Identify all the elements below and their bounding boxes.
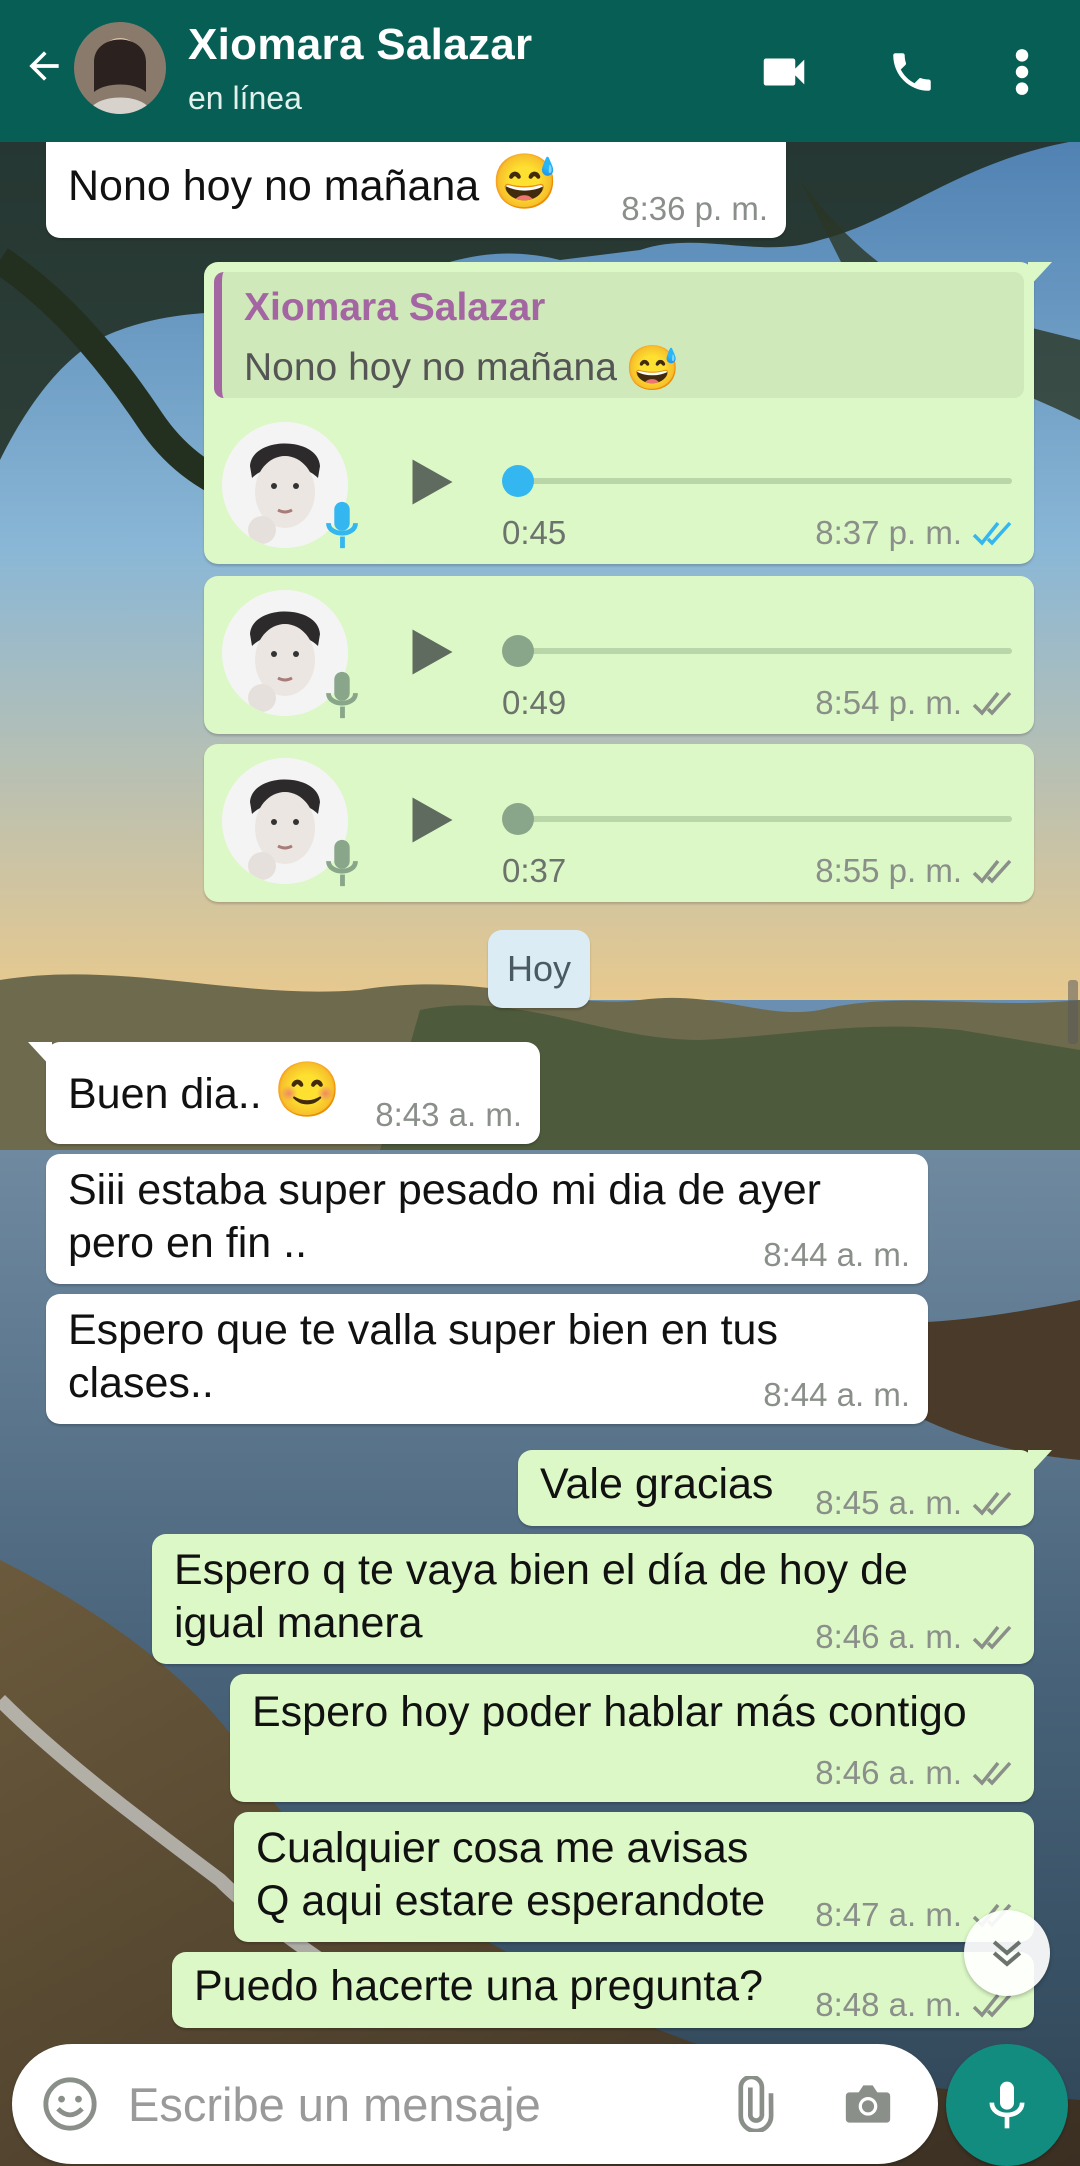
audio-progress-track[interactable] bbox=[514, 816, 1012, 822]
audio-duration: 0:49 bbox=[502, 684, 567, 721]
audio-duration: 0:37 bbox=[502, 852, 567, 889]
message-time: 8:54 p. m. bbox=[815, 684, 962, 721]
message-outgoing[interactable]: Espero q te vaya bien el día de hoy de i… bbox=[152, 1534, 1034, 1664]
voice-record-button[interactable] bbox=[946, 2044, 1068, 2166]
more-options-icon[interactable] bbox=[990, 40, 1054, 104]
message-outgoing[interactable]: Puedo hacerte una pregunta? 8:48 a. m. bbox=[172, 1952, 1034, 2028]
attach-icon[interactable] bbox=[720, 2072, 784, 2136]
message-text: Buen dia.. bbox=[68, 1070, 262, 1118]
smile-sweat-emoji: 😅 bbox=[624, 344, 680, 393]
audio-progress-knob[interactable] bbox=[502, 803, 534, 835]
camera-icon[interactable] bbox=[836, 2072, 900, 2136]
message-time: 8:44 a. m. bbox=[763, 1236, 910, 1273]
bubble-tail bbox=[1028, 262, 1052, 288]
message-outgoing[interactable]: Espero hoy poder hablar más contigo 8:46… bbox=[230, 1674, 1034, 1802]
double-chevron-down-icon bbox=[992, 1940, 1022, 1967]
delivered-ticks-icon bbox=[972, 1491, 1012, 1516]
message-line: igual manera bbox=[174, 1599, 423, 1647]
message-text: Vale gracias bbox=[540, 1460, 774, 1508]
message-time: 8:46 a. m. bbox=[815, 1754, 962, 1791]
message-incoming[interactable]: Buen dia.. 😊 8:43 a. m. bbox=[28, 1042, 540, 1144]
quote-text: Nono hoy no mañana bbox=[244, 346, 617, 389]
message-line: pero en fin .. bbox=[68, 1219, 308, 1267]
message-time: 8:37 p. m. bbox=[815, 514, 962, 551]
smiling-emoji: 😊 bbox=[273, 1060, 341, 1120]
quoted-message[interactable]: Xiomara Salazar Nono hoy no mañana 😅 bbox=[214, 272, 1024, 398]
message-input[interactable] bbox=[128, 2070, 688, 2138]
message-text: Espero hoy poder hablar más contigo bbox=[252, 1688, 967, 1736]
smile-sweat-emoji: 😅 bbox=[491, 152, 559, 212]
message-line: Espero q te vaya bien el día de hoy de bbox=[174, 1546, 908, 1594]
audio-progress-knob[interactable] bbox=[502, 635, 534, 667]
back-arrow-icon[interactable] bbox=[14, 36, 74, 96]
message-time: 8:44 a. m. bbox=[763, 1376, 910, 1413]
message-outgoing[interactable]: Cualquier cosa me avisas Q aqui estare e… bbox=[234, 1812, 1034, 1942]
voice-message[interactable]: 0:49 8:54 p. m. bbox=[204, 576, 1034, 734]
message-time: 8:36 p. m. bbox=[621, 190, 768, 227]
quote-author: Xiomara Salazar bbox=[244, 286, 546, 329]
message-incoming[interactable]: Nono hoy no mañana 😅 8:36 p. m. bbox=[46, 128, 786, 238]
message-time: 8:45 a. m. bbox=[815, 1484, 962, 1521]
message-time: 8:47 a. m. bbox=[815, 1896, 962, 1933]
emoji-icon[interactable] bbox=[38, 2072, 102, 2136]
read-ticks-icon bbox=[972, 521, 1012, 546]
bubble-tail bbox=[28, 1042, 52, 1068]
message-time: 8:43 a. m. bbox=[375, 1096, 522, 1133]
play-icon[interactable] bbox=[400, 452, 460, 512]
message-compose-bar bbox=[12, 2044, 938, 2164]
audio-progress-knob[interactable] bbox=[502, 465, 534, 497]
message-line: Cualquier cosa me avisas bbox=[256, 1824, 749, 1872]
scrollbar-thumb[interactable] bbox=[1068, 980, 1078, 1044]
play-icon[interactable] bbox=[400, 622, 460, 682]
chat-header: Xiomara Salazar en línea bbox=[0, 0, 1080, 142]
message-incoming[interactable]: Espero que te valla super bien en tus cl… bbox=[46, 1294, 928, 1424]
delivered-ticks-icon bbox=[972, 1625, 1012, 1650]
message-line: Q aqui estare esperandote bbox=[256, 1877, 766, 1925]
message-time: 8:48 a. m. bbox=[815, 1986, 962, 2023]
contact-status: en línea bbox=[188, 80, 302, 116]
mic-icon bbox=[326, 671, 358, 719]
day-divider: Hoy bbox=[488, 930, 590, 1008]
delivered-ticks-icon bbox=[972, 859, 1012, 884]
audio-duration: 0:45 bbox=[502, 514, 567, 551]
message-line: Espero que te valla super bien en tus bbox=[68, 1306, 778, 1354]
message-outgoing[interactable]: Vale gracias 8:45 a. m. bbox=[518, 1450, 1052, 1526]
audio-progress-track[interactable] bbox=[514, 478, 1012, 484]
message-time: 8:55 p. m. bbox=[815, 852, 962, 889]
mic-icon bbox=[326, 501, 358, 549]
message-line: clases.. bbox=[68, 1359, 214, 1407]
delivered-ticks-icon bbox=[972, 1761, 1012, 1786]
contact-avatar[interactable] bbox=[74, 22, 166, 114]
mic-icon bbox=[326, 839, 358, 887]
message-time: 8:46 a. m. bbox=[815, 1618, 962, 1655]
mic-icon bbox=[989, 2081, 1025, 2129]
contact-name[interactable]: Xiomara Salazar bbox=[188, 20, 532, 70]
message-incoming[interactable]: Siii estaba super pesado mi dia de ayer … bbox=[46, 1154, 928, 1284]
message-text: Nono hoy no mañana bbox=[68, 162, 480, 210]
voice-message[interactable]: 0:37 8:55 p. m. bbox=[204, 744, 1034, 902]
message-text: Puedo hacerte una pregunta? bbox=[194, 1962, 764, 2010]
bubble-tail bbox=[1028, 1450, 1052, 1476]
play-icon[interactable] bbox=[400, 790, 460, 850]
scroll-to-bottom-button[interactable] bbox=[964, 1910, 1050, 1996]
voice-message-reply[interactable]: Xiomara Salazar Nono hoy no mañana 😅 0:4… bbox=[204, 262, 1052, 564]
phone-icon[interactable] bbox=[880, 40, 944, 104]
message-line: Siii estaba super pesado mi dia de ayer bbox=[68, 1166, 821, 1214]
video-call-icon[interactable] bbox=[752, 40, 816, 104]
audio-progress-track[interactable] bbox=[514, 648, 1012, 654]
delivered-ticks-icon bbox=[972, 691, 1012, 716]
